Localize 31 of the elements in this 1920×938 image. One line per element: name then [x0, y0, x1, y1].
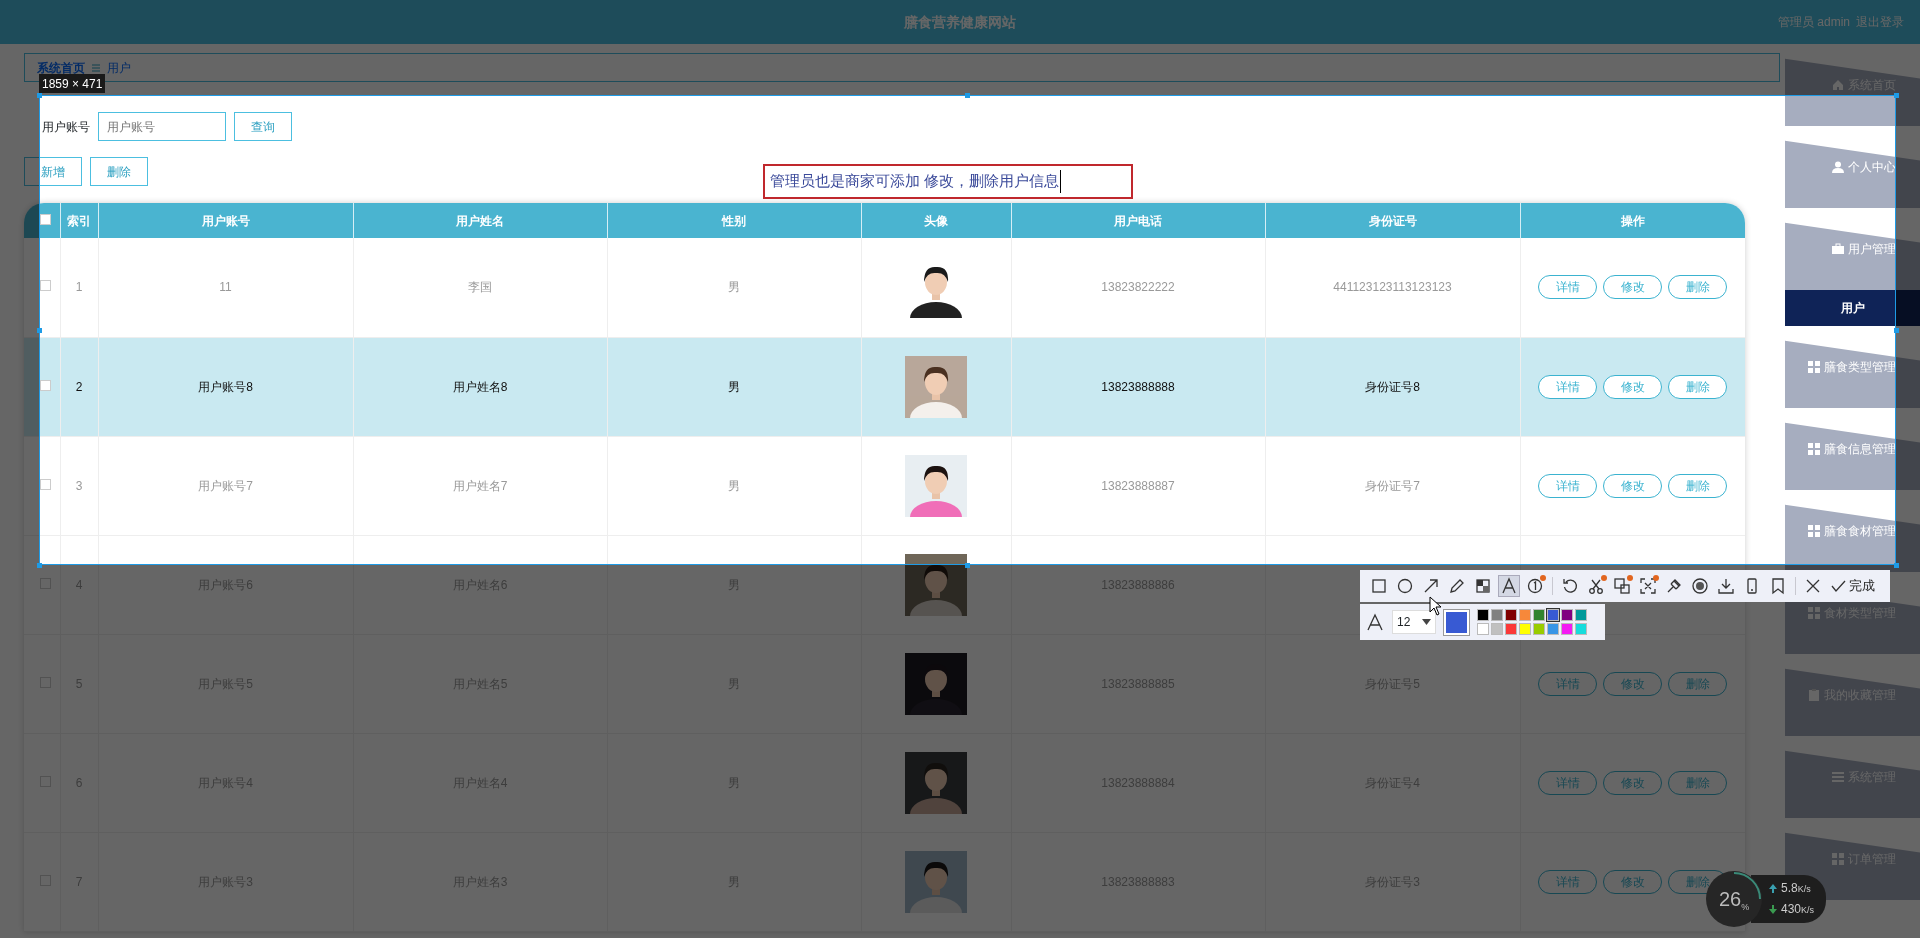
table-cell: 3 — [75, 478, 83, 493]
table-cell: 男 — [728, 478, 740, 493]
table-cell: 男 — [728, 280, 740, 295]
column-header: 用户电话 — [1011, 203, 1265, 238]
table-cell: 2 — [75, 379, 83, 394]
table-cell: 441123123113123123 — [1333, 280, 1452, 295]
column-header: 操作 — [1520, 203, 1745, 238]
column-header: 用户账号 — [98, 203, 353, 238]
table-cell: 男 — [728, 379, 740, 394]
table-cell: 1 — [75, 280, 83, 295]
column-header: 性别 — [607, 203, 861, 238]
table-cell: 用户姓名8 — [452, 379, 508, 394]
table-cell: 身份证号7 — [1365, 478, 1420, 493]
table-cell: 13823822222 — [1101, 280, 1175, 295]
size-label: 1859 × 471 — [39, 74, 106, 93]
site-title: 膳食营养健康网站 — [904, 12, 1016, 32]
table-cell: 13823888888 — [1101, 379, 1175, 394]
table-cell: 11 — [219, 280, 232, 295]
column-header: 用户姓名 — [353, 203, 607, 238]
search-label: 用户账号 — [42, 118, 90, 136]
table-cell: 身份证号8 — [1365, 379, 1420, 394]
down-speed: 430K/s — [1781, 901, 1815, 918]
table-cell: 用户姓名7 — [452, 478, 508, 493]
table-cell: 用户账号7 — [198, 478, 253, 493]
column-header: 头像 — [861, 203, 1011, 238]
table-cell: 13823888887 — [1101, 478, 1175, 493]
table-cell: 用户账号8 — [198, 379, 253, 394]
column-header: 身份证号 — [1265, 203, 1520, 238]
column-header: 索引 — [60, 203, 98, 238]
user-label: 管理员 admin — [1777, 14, 1850, 31]
table-cell: 李国 — [468, 280, 492, 295]
